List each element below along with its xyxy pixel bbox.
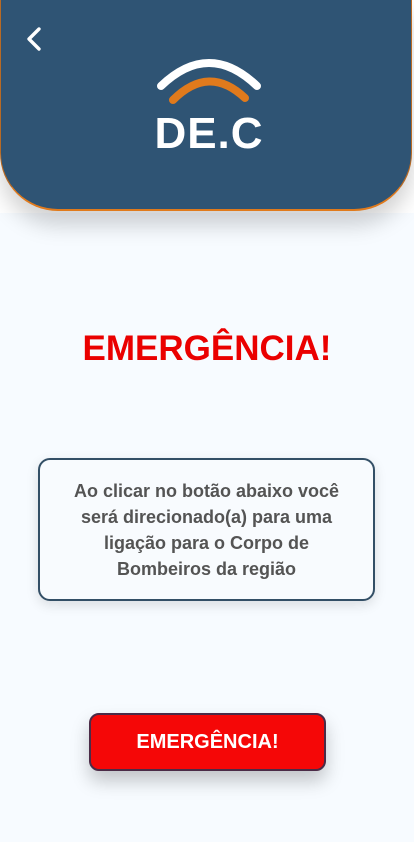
info-text: Ao clicar no botão abaixo você será dire… xyxy=(73,480,340,579)
header-panel: DE.C xyxy=(0,0,412,211)
page-title: EMERGÊNCIA! xyxy=(82,329,332,368)
chevron-left-icon xyxy=(27,27,41,51)
info-card: Ao clicar no botão abaixo você será dire… xyxy=(38,458,375,601)
signal-arcs-icon xyxy=(157,59,261,104)
emergency-button[interactable]: EMERGÊNCIA! xyxy=(89,713,326,771)
back-button[interactable] xyxy=(21,24,49,54)
app-header: DE.C xyxy=(0,0,414,213)
app-logo: DE.C xyxy=(151,52,267,162)
logo-text: DE.C xyxy=(154,109,264,158)
